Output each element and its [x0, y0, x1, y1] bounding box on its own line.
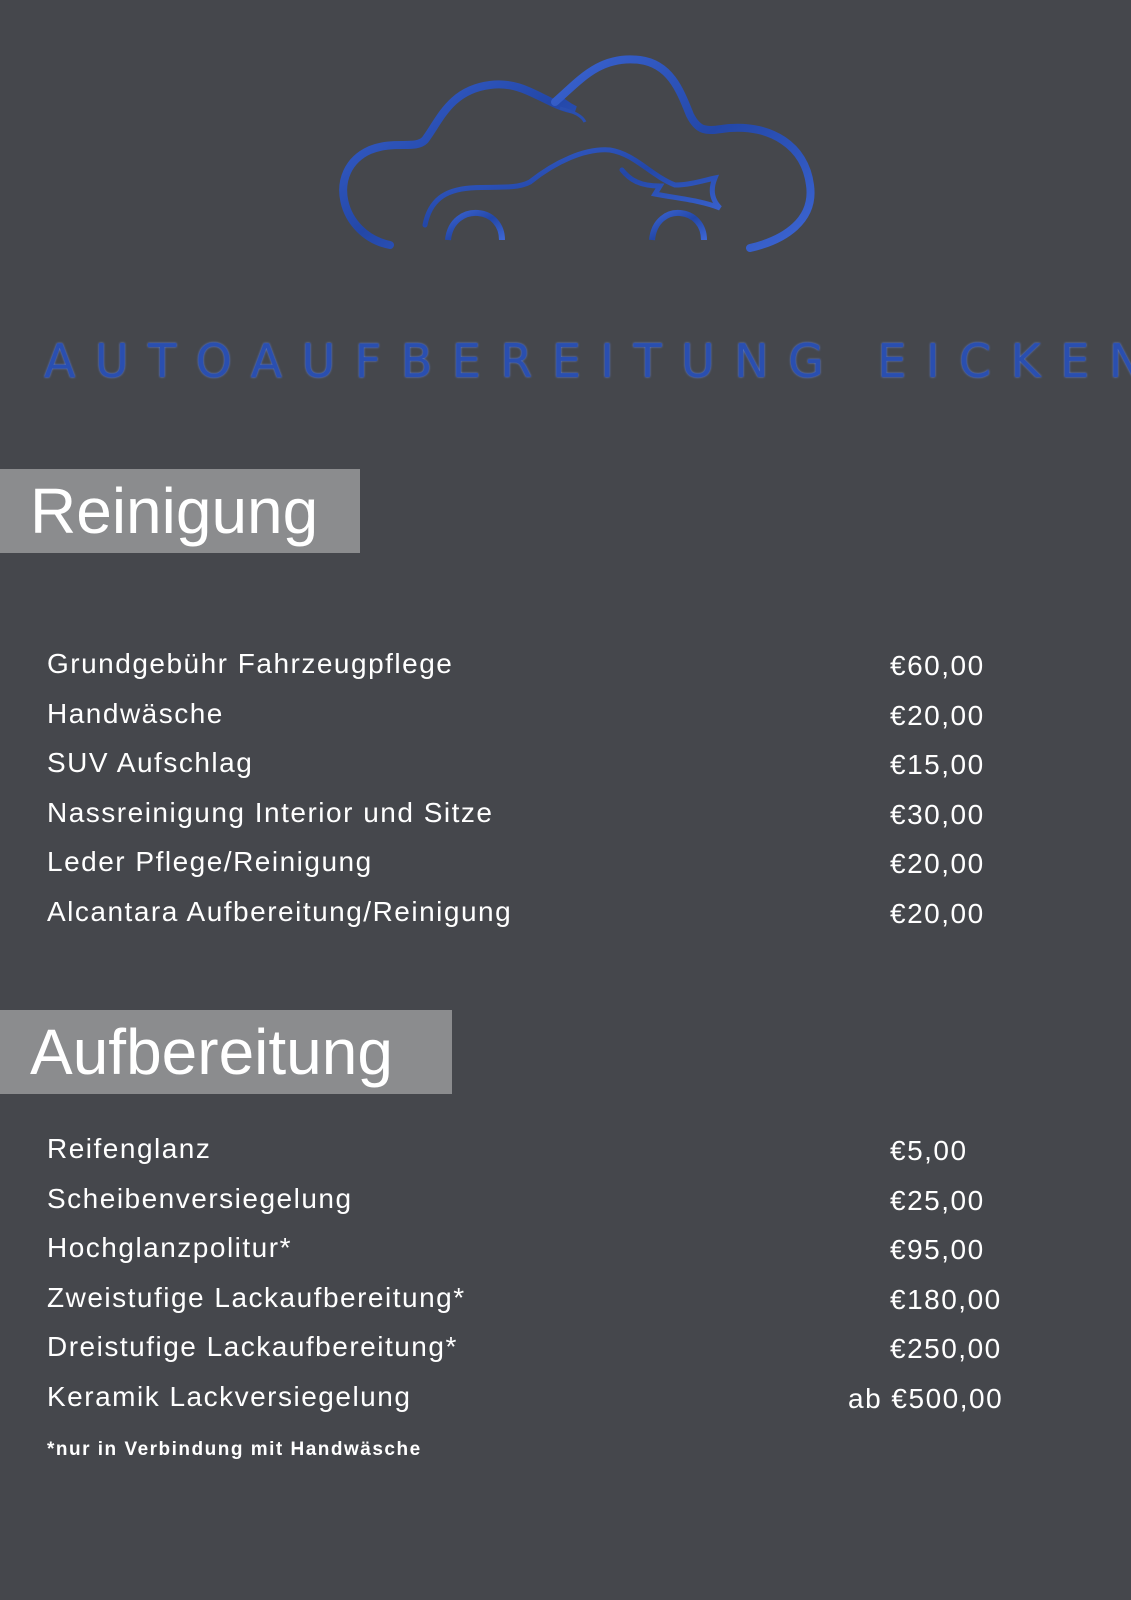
item-name: Reifenglanz [47, 1133, 212, 1164]
list-item: Handwäsche €20,00 [47, 698, 1047, 748]
item-name: Handwäsche [47, 697, 224, 729]
item-name: Alcantara Aufbereitung/Reinigung [47, 895, 513, 927]
car-cloud-logo-icon [339, 55, 815, 252]
section-title: Aufbereitung [30, 1016, 393, 1088]
list-item: Leder Pflege/Reinigung €20,00 [47, 846, 1047, 896]
section-header-aufbereitung: Aufbereitung [0, 1010, 452, 1094]
list-item: Dreistufige Lackaufbereitung* €250,00 [47, 1331, 1047, 1381]
footnote: *nur in Verbindung mit Handwäsche [47, 1439, 422, 1460]
item-name: Dreistufige Lackaufbereitung* [47, 1331, 458, 1362]
item-price: €20,00 [890, 699, 985, 731]
item-price: €20,00 [890, 897, 985, 929]
section-title: Reinigung [30, 475, 319, 547]
item-name: Grundgebühr Fahrzeugpflege [47, 648, 454, 679]
item-name: Nassreinigung Interior und Sitze [47, 796, 494, 828]
brand-name: AUTOAUFBEREITUNG EICKEN [44, 334, 1131, 388]
item-name: Zweistufige Lackaufbereitung* [47, 1281, 466, 1313]
item-name: Leder Pflege/Reinigung [47, 846, 373, 877]
list-item: Zweistufige Lackaufbereitung* €180,00 [47, 1282, 1047, 1332]
list-item: Keramik Lackversiegelung ab €500,00 [47, 1381, 1047, 1431]
item-price: €25,00 [890, 1184, 985, 1216]
price-list-page: AUTOAUFBEREITUNG EICKEN Reinigung Grundg… [0, 0, 1131, 1600]
item-price: €60,00 [890, 650, 985, 681]
item-price: €15,00 [890, 749, 985, 780]
item-name: Scheibenversiegelung [47, 1182, 353, 1214]
price-list-aufbereitung: Reifenglanz €5,00 Scheibenversiegelung €… [47, 1133, 1047, 1430]
item-price: €5,00 [890, 1135, 968, 1166]
list-item: Alcantara Aufbereitung/Reinigung €20,00 [47, 896, 1047, 946]
list-item: Grundgebühr Fahrzeugpflege €60,00 [47, 648, 1047, 698]
item-price: €30,00 [890, 798, 985, 830]
item-name: Hochglanzpolitur* [47, 1232, 292, 1263]
section-header-reinigung: Reinigung [0, 469, 360, 553]
item-price: €20,00 [890, 848, 985, 879]
item-price: ab €500,00 [848, 1382, 1004, 1414]
list-item: Scheibenversiegelung €25,00 [47, 1183, 1047, 1233]
list-item: Reifenglanz €5,00 [47, 1133, 1047, 1183]
item-price: €250,00 [890, 1333, 1002, 1364]
item-price: €180,00 [890, 1283, 1002, 1315]
item-name: Keramik Lackversiegelung [47, 1380, 412, 1412]
brand-logo: AUTOAUFBEREITUNG EICKEN [0, 40, 1131, 384]
price-list-reinigung: Grundgebühr Fahrzeugpflege €60,00 Handwä… [47, 648, 1047, 945]
item-name: SUV Aufschlag [47, 747, 254, 778]
list-item: Hochglanzpolitur* €95,00 [47, 1232, 1047, 1282]
item-price: €95,00 [890, 1234, 985, 1265]
list-item: Nassreinigung Interior und Sitze €30,00 [47, 797, 1047, 847]
list-item: SUV Aufschlag €15,00 [47, 747, 1047, 797]
